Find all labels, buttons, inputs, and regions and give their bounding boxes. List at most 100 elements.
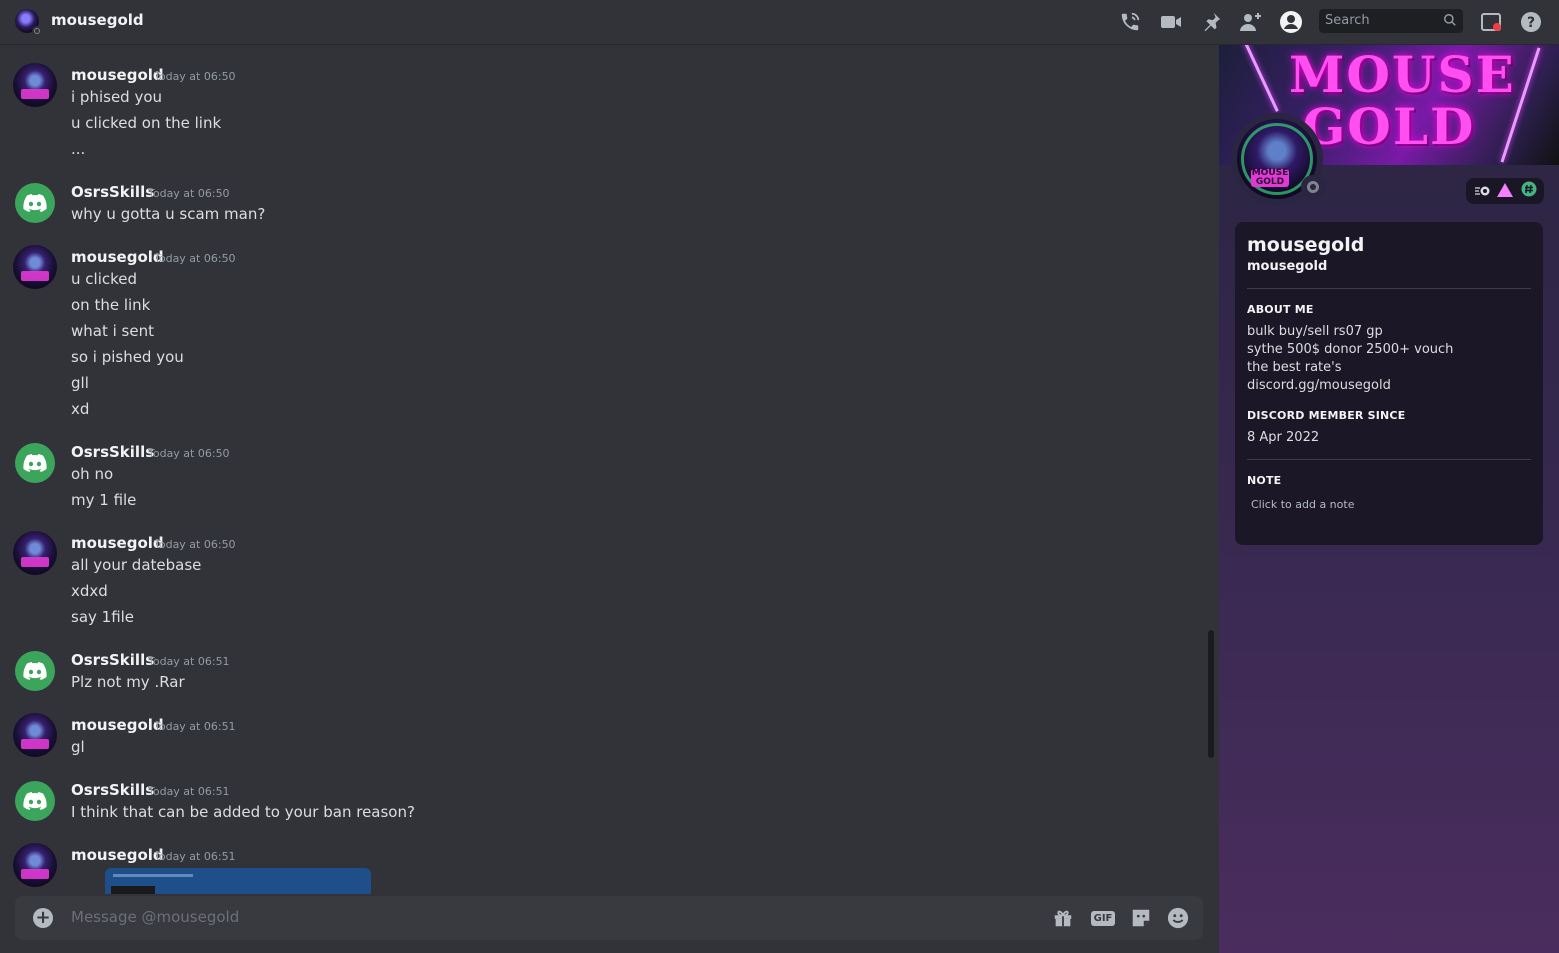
member-since-date: 8 Apr 2022 bbox=[1247, 430, 1320, 445]
upload-plus-icon[interactable]: + bbox=[33, 908, 53, 928]
message-line: i phised you bbox=[71, 88, 163, 106]
message-line: say 1file bbox=[71, 608, 135, 626]
user-profile-panel: MOUSE GOLD MOUSE GOLD mousegold mousegold… bbox=[1219, 45, 1559, 953]
message-timestamp: Today at 06:51 bbox=[154, 720, 236, 733]
avatar[interactable] bbox=[15, 651, 55, 691]
profile-display-name: mousegold bbox=[1247, 234, 1365, 256]
message-author[interactable]: mousegold bbox=[71, 248, 164, 266]
message-line: u clicked on the link bbox=[71, 114, 222, 132]
message-line: xdxd bbox=[71, 582, 108, 600]
message-line: I think that can be added to your ban re… bbox=[71, 803, 415, 821]
gift-icon[interactable] bbox=[1051, 906, 1075, 930]
banner-logo-text: MOUSE GOLD bbox=[1289, 45, 1516, 153]
message-timestamp: Today at 06:51 bbox=[148, 655, 230, 668]
help-icon[interactable]: ? bbox=[1519, 10, 1543, 34]
message-line: gll bbox=[71, 374, 89, 392]
divider bbox=[1247, 288, 1531, 289]
discord-logo-icon bbox=[23, 194, 47, 212]
avatar[interactable] bbox=[15, 443, 55, 483]
message-line: xd bbox=[71, 400, 90, 418]
message-line: so i pished you bbox=[71, 348, 184, 366]
image-attachment[interactable] bbox=[105, 868, 371, 894]
avatar[interactable] bbox=[15, 183, 55, 223]
message-input-placeholder[interactable]: Message @mousegold bbox=[71, 908, 239, 926]
user-profile-icon[interactable] bbox=[1279, 10, 1303, 34]
emoji-icon[interactable] bbox=[1166, 906, 1190, 930]
message-author[interactable]: mousegold bbox=[71, 846, 164, 864]
svg-text:?: ? bbox=[1527, 15, 1535, 31]
speed-badge-icon[interactable] bbox=[1474, 182, 1490, 201]
message-composer[interactable]: + Message @mousegold GIF bbox=[15, 896, 1203, 940]
discord-logo-icon bbox=[23, 792, 47, 810]
message-timestamp: Today at 06:50 bbox=[148, 447, 230, 460]
note-heading: NOTE bbox=[1247, 474, 1282, 487]
offline-status-icon bbox=[1301, 175, 1325, 199]
search-placeholder: Search bbox=[1325, 13, 1370, 28]
note-input[interactable]: Click to add a note bbox=[1251, 498, 1354, 511]
discord-logo-icon bbox=[23, 662, 47, 680]
sticker-icon[interactable] bbox=[1129, 906, 1153, 930]
gif-label: GIF bbox=[1090, 910, 1116, 926]
about-me-text: bulk buy/sell rs07 gp sythe 500$ donor 2… bbox=[1247, 323, 1453, 395]
message-author[interactable]: mousegold bbox=[71, 716, 164, 734]
voice-call-icon[interactable] bbox=[1118, 10, 1142, 34]
avatar-logo-tag: MOUSE GOLD bbox=[1251, 168, 1289, 187]
message-author[interactable]: mousegold bbox=[71, 534, 164, 552]
message-timestamp: Today at 06:50 bbox=[154, 70, 236, 83]
about-link[interactable]: discord.gg/mousegold bbox=[1247, 377, 1453, 395]
dm-username-title[interactable]: mousegold bbox=[51, 11, 144, 29]
message-author[interactable]: OsrsSkills bbox=[71, 443, 154, 461]
message-line: what i sent bbox=[71, 322, 154, 340]
message-line: u clicked bbox=[71, 270, 138, 288]
message-timestamp: Today at 06:51 bbox=[154, 850, 236, 863]
about-line: the best rate's bbox=[1247, 360, 1342, 375]
profile-avatar[interactable]: MOUSE GOLD bbox=[1231, 113, 1325, 205]
avatar[interactable] bbox=[15, 781, 55, 821]
message-timestamp: Today at 06:51 bbox=[148, 785, 230, 798]
discord-logo-icon bbox=[23, 454, 47, 472]
inbox-icon[interactable] bbox=[1479, 10, 1503, 34]
divider bbox=[1247, 459, 1531, 460]
avatar[interactable] bbox=[13, 531, 57, 575]
avatar[interactable] bbox=[13, 63, 57, 107]
message-line: all your datebase bbox=[71, 556, 202, 574]
message-line: on the link bbox=[71, 296, 151, 314]
message-line: oh no bbox=[71, 465, 114, 483]
add-friends-to-dm-icon[interactable] bbox=[1239, 10, 1263, 34]
message-line: why u gotta u scam man? bbox=[71, 205, 266, 223]
message-line: my 1 file bbox=[71, 491, 137, 509]
pinned-messages-icon[interactable] bbox=[1199, 10, 1223, 34]
message-line: Plz not my .Rar bbox=[71, 673, 185, 691]
attachment-preview bbox=[111, 886, 155, 894]
avatar[interactable] bbox=[13, 843, 57, 887]
member-since-heading: DISCORD MEMBER SINCE bbox=[1247, 409, 1406, 422]
about-line: sythe 500$ donor 2500+ vouch bbox=[1247, 342, 1454, 357]
hashtag-badge-icon[interactable] bbox=[1521, 181, 1537, 201]
lightning-decoration bbox=[1242, 45, 1279, 112]
message-author[interactable]: OsrsSkills bbox=[71, 651, 154, 669]
video-call-icon[interactable] bbox=[1159, 10, 1183, 34]
profile-info-card: mousegold mousegold ABOUT ME bulk buy/se… bbox=[1235, 222, 1543, 545]
offline-status-icon bbox=[32, 26, 42, 36]
message-author[interactable]: OsrsSkills bbox=[71, 183, 154, 201]
about-line: bulk buy/sell rs07 gp bbox=[1247, 324, 1383, 339]
message-timestamp: Today at 06:50 bbox=[154, 252, 236, 265]
message-author[interactable]: OsrsSkills bbox=[71, 781, 154, 799]
profile-badges bbox=[1466, 178, 1544, 204]
about-me-heading: ABOUT ME bbox=[1247, 303, 1314, 316]
chat-scrollbar[interactable] bbox=[1208, 630, 1214, 758]
header-avatar[interactable] bbox=[15, 9, 42, 36]
message-timestamp: Today at 06:50 bbox=[148, 187, 230, 200]
message-list[interactable]: mousegold Today at 06:50 i phised you u … bbox=[0, 46, 1207, 894]
hypesquad-badge-icon[interactable] bbox=[1497, 182, 1513, 201]
avatar[interactable] bbox=[13, 713, 57, 757]
attachment-header-bar bbox=[113, 874, 193, 877]
search-icon bbox=[1443, 13, 1457, 31]
message-timestamp: Today at 06:50 bbox=[154, 538, 236, 551]
search-input[interactable]: Search bbox=[1319, 9, 1463, 33]
channel-header: mousegold Search ? bbox=[0, 0, 1559, 45]
avatar[interactable] bbox=[13, 245, 57, 289]
gif-button[interactable]: GIF bbox=[1090, 906, 1116, 930]
message-author[interactable]: mousegold bbox=[71, 66, 164, 84]
banner-logo-line: MOUSE bbox=[1289, 45, 1516, 104]
